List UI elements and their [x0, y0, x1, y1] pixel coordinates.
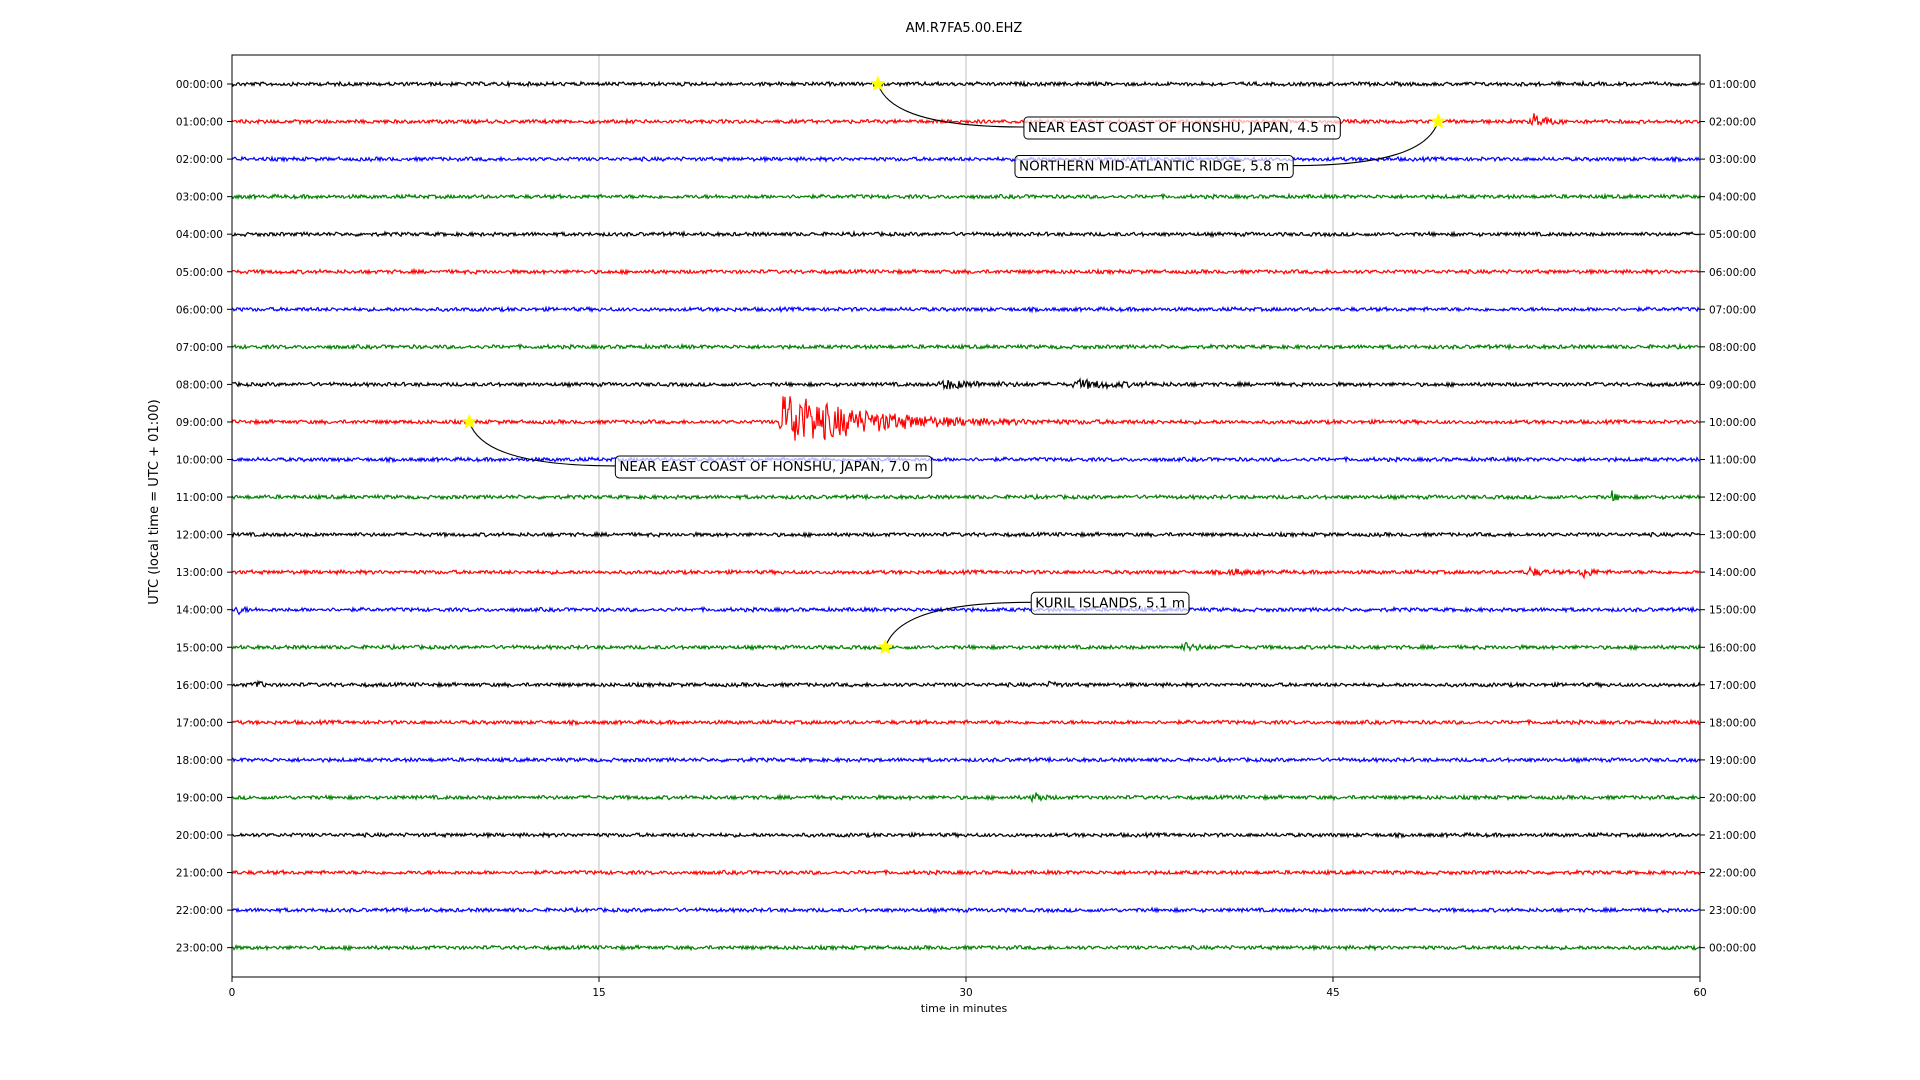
right-tick-label: 19:00:00: [1709, 755, 1756, 767]
event-label: NORTHERN MID-ATLANTIC RIDGE, 5.8 m: [1019, 159, 1289, 175]
left-tick-label: 12:00:00: [176, 530, 223, 542]
left-tick-label: 09:00:00: [176, 417, 223, 429]
left-tick-label: 06:00:00: [176, 304, 223, 316]
left-tick-label: 20:00:00: [176, 830, 223, 842]
chart-title: AM.R7FA5.00.EHZ: [906, 21, 1023, 36]
right-tick-label: 22:00:00: [1709, 868, 1756, 880]
left-tick-label: 04:00:00: [176, 229, 223, 241]
y-axis-label: UTC (local time = UTC + 01:00): [147, 399, 162, 604]
right-tick-label: 04:00:00: [1709, 192, 1756, 204]
helicorder-plot: AM.R7FA5.00.EHZ UTC (local time = UTC + …: [147, 21, 1756, 1015]
left-tick-label: 08:00:00: [176, 379, 223, 391]
left-tick-label: 10:00:00: [176, 455, 223, 467]
right-tick-label: 01:00:00: [1709, 79, 1756, 91]
left-tick-label: 01:00:00: [176, 117, 223, 129]
x-tick-label: 60: [1693, 987, 1706, 999]
left-tick-label: 22:00:00: [176, 905, 223, 917]
left-tick-label: 17:00:00: [176, 717, 223, 729]
x-tick-label: 15: [592, 987, 605, 999]
right-tick-label: 09:00:00: [1709, 379, 1756, 391]
event-annotations: NEAR EAST COAST OF HONSHU, JAPAN, 4.5 m N…: [461, 75, 1447, 655]
right-tick-label: 14:00:00: [1709, 567, 1756, 579]
left-tick-label: 16:00:00: [176, 680, 223, 692]
right-tick-label: 08:00:00: [1709, 342, 1756, 354]
right-tick-label: 12:00:00: [1709, 492, 1756, 504]
left-tick-label: 23:00:00: [176, 943, 223, 955]
right-tick-label: 13:00:00: [1709, 530, 1756, 542]
grid-lines: [598, 55, 1334, 977]
x-axis-label: time in minutes: [921, 1002, 1008, 1015]
left-tick-label: 14:00:00: [176, 605, 223, 617]
event-star-marker: [461, 413, 478, 429]
x-tick-label: 30: [959, 987, 972, 999]
left-tick-label: 15:00:00: [176, 642, 223, 654]
right-tick-label: 21:00:00: [1709, 830, 1756, 842]
event-label: KURIL ISLANDS, 5.1 m: [1035, 595, 1185, 611]
right-tick-label: 06:00:00: [1709, 267, 1756, 279]
left-tick-label: 13:00:00: [176, 567, 223, 579]
left-tick-label: 07:00:00: [176, 342, 223, 354]
left-tick-label: 18:00:00: [176, 755, 223, 767]
event-star-marker: [869, 75, 887, 92]
right-tick-label: 16:00:00: [1709, 642, 1756, 654]
x-tick-label: 45: [1326, 987, 1339, 999]
seismogram-figure: AM.R7FA5.00.EHZ AM.R7FA5.00.EHZ UTC (loc…: [0, 0, 1920, 1080]
right-tick-label: 00:00:00: [1709, 943, 1756, 955]
right-tick-label: 15:00:00: [1709, 605, 1756, 617]
right-tick-label: 17:00:00: [1709, 680, 1756, 692]
event-star-marker: [1429, 112, 1447, 129]
event-star-marker: [877, 638, 894, 655]
left-tick-label: 11:00:00: [176, 492, 223, 504]
right-tick-label: 02:00:00: [1709, 117, 1756, 129]
right-tick-label: 03:00:00: [1709, 154, 1756, 166]
right-tick-label: 23:00:00: [1709, 905, 1756, 917]
right-tick-label: 07:00:00: [1709, 304, 1756, 316]
right-tick-label: 10:00:00: [1709, 417, 1756, 429]
left-tick-label: 19:00:00: [176, 792, 223, 804]
right-tick-label: 18:00:00: [1709, 717, 1756, 729]
event-label: NEAR EAST COAST OF HONSHU, JAPAN, 4.5 m: [1028, 120, 1336, 136]
left-tick-label: 02:00:00: [176, 154, 223, 166]
left-tick-label: 03:00:00: [176, 192, 223, 204]
right-tick-label: 20:00:00: [1709, 792, 1756, 804]
left-tick-label: 05:00:00: [176, 267, 223, 279]
left-tick-label: 21:00:00: [176, 868, 223, 880]
left-tick-label: 00:00:00: [176, 79, 223, 91]
x-tick-label: 0: [229, 987, 236, 999]
event-label: NEAR EAST COAST OF HONSHU, JAPAN, 7.0 m: [619, 459, 927, 475]
right-tick-label: 05:00:00: [1709, 229, 1756, 241]
right-tick-label: 11:00:00: [1709, 455, 1756, 467]
